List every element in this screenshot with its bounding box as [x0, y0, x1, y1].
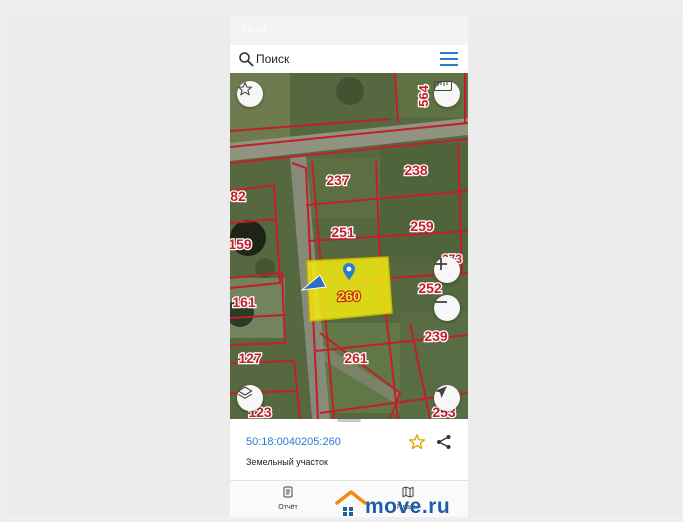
parcel-label-239: 239	[424, 328, 448, 344]
ruler-icon	[434, 81, 452, 91]
plus-icon	[435, 258, 447, 270]
parcel-label-127: 127	[238, 350, 262, 366]
house-logo-icon	[335, 490, 367, 516]
parcel-label-252: 252	[418, 280, 442, 296]
property-type: Земельный участок	[246, 457, 328, 467]
parcel-label-82: 82	[230, 188, 246, 204]
cadastral-map[interactable]: 564 237 238 82 251 259 159 252 161 239 1…	[230, 73, 468, 419]
zoom-in-button[interactable]	[434, 257, 460, 283]
search-icon	[239, 52, 254, 67]
share-icon[interactable]	[436, 434, 452, 450]
search-bar[interactable]	[230, 45, 468, 73]
tab-report-label: Отчёт	[278, 504, 298, 511]
menu-icon[interactable]	[440, 52, 458, 66]
watermark-logo: move.ru	[335, 489, 465, 518]
zoom-out-button[interactable]	[434, 295, 460, 321]
layers-icon	[237, 386, 253, 399]
cadastral-number[interactable]: 50:18:0040205:260	[246, 436, 341, 448]
parcel-label-159: 159	[230, 236, 252, 252]
navigation-arrow-icon	[435, 386, 447, 398]
sheet-drag-handle[interactable]	[337, 419, 361, 422]
favorites-button[interactable]	[237, 81, 263, 107]
ruler-button[interactable]	[434, 81, 460, 107]
layers-button[interactable]	[237, 385, 263, 411]
tab-report[interactable]: Отчёт	[258, 485, 318, 515]
selected-parcel-label: 260	[337, 288, 361, 304]
parcel-info-sheet[interactable]: 50:18:0040205:260 Земельный участок	[230, 425, 468, 480]
my-location-button[interactable]	[434, 385, 460, 411]
parcel-label-251: 251	[331, 224, 355, 240]
parcel-label-237: 237	[326, 172, 350, 188]
report-icon	[283, 486, 293, 498]
parcel-label-161: 161	[232, 294, 256, 310]
phone-screen: 14:44 Поиск 564 237 238 82 251 259 159 2…	[230, 17, 468, 517]
parcel-label-238: 238	[404, 162, 428, 178]
parcel-label-259: 259	[410, 218, 434, 234]
status-time: 14:44	[242, 25, 268, 36]
star-outline-icon	[237, 82, 253, 96]
minus-icon	[435, 301, 447, 303]
parcel-label-261: 261	[344, 350, 368, 366]
search-input[interactable]	[256, 50, 416, 68]
map-canvas[interactable]: 564 237 238 82 251 259 159 252 161 239 1…	[230, 73, 468, 419]
watermark-text: move.ru	[365, 495, 451, 518]
status-bar: 14:44	[230, 17, 468, 45]
favorite-star-icon[interactable]	[408, 433, 426, 451]
parcel-label-564: 564	[416, 84, 431, 106]
